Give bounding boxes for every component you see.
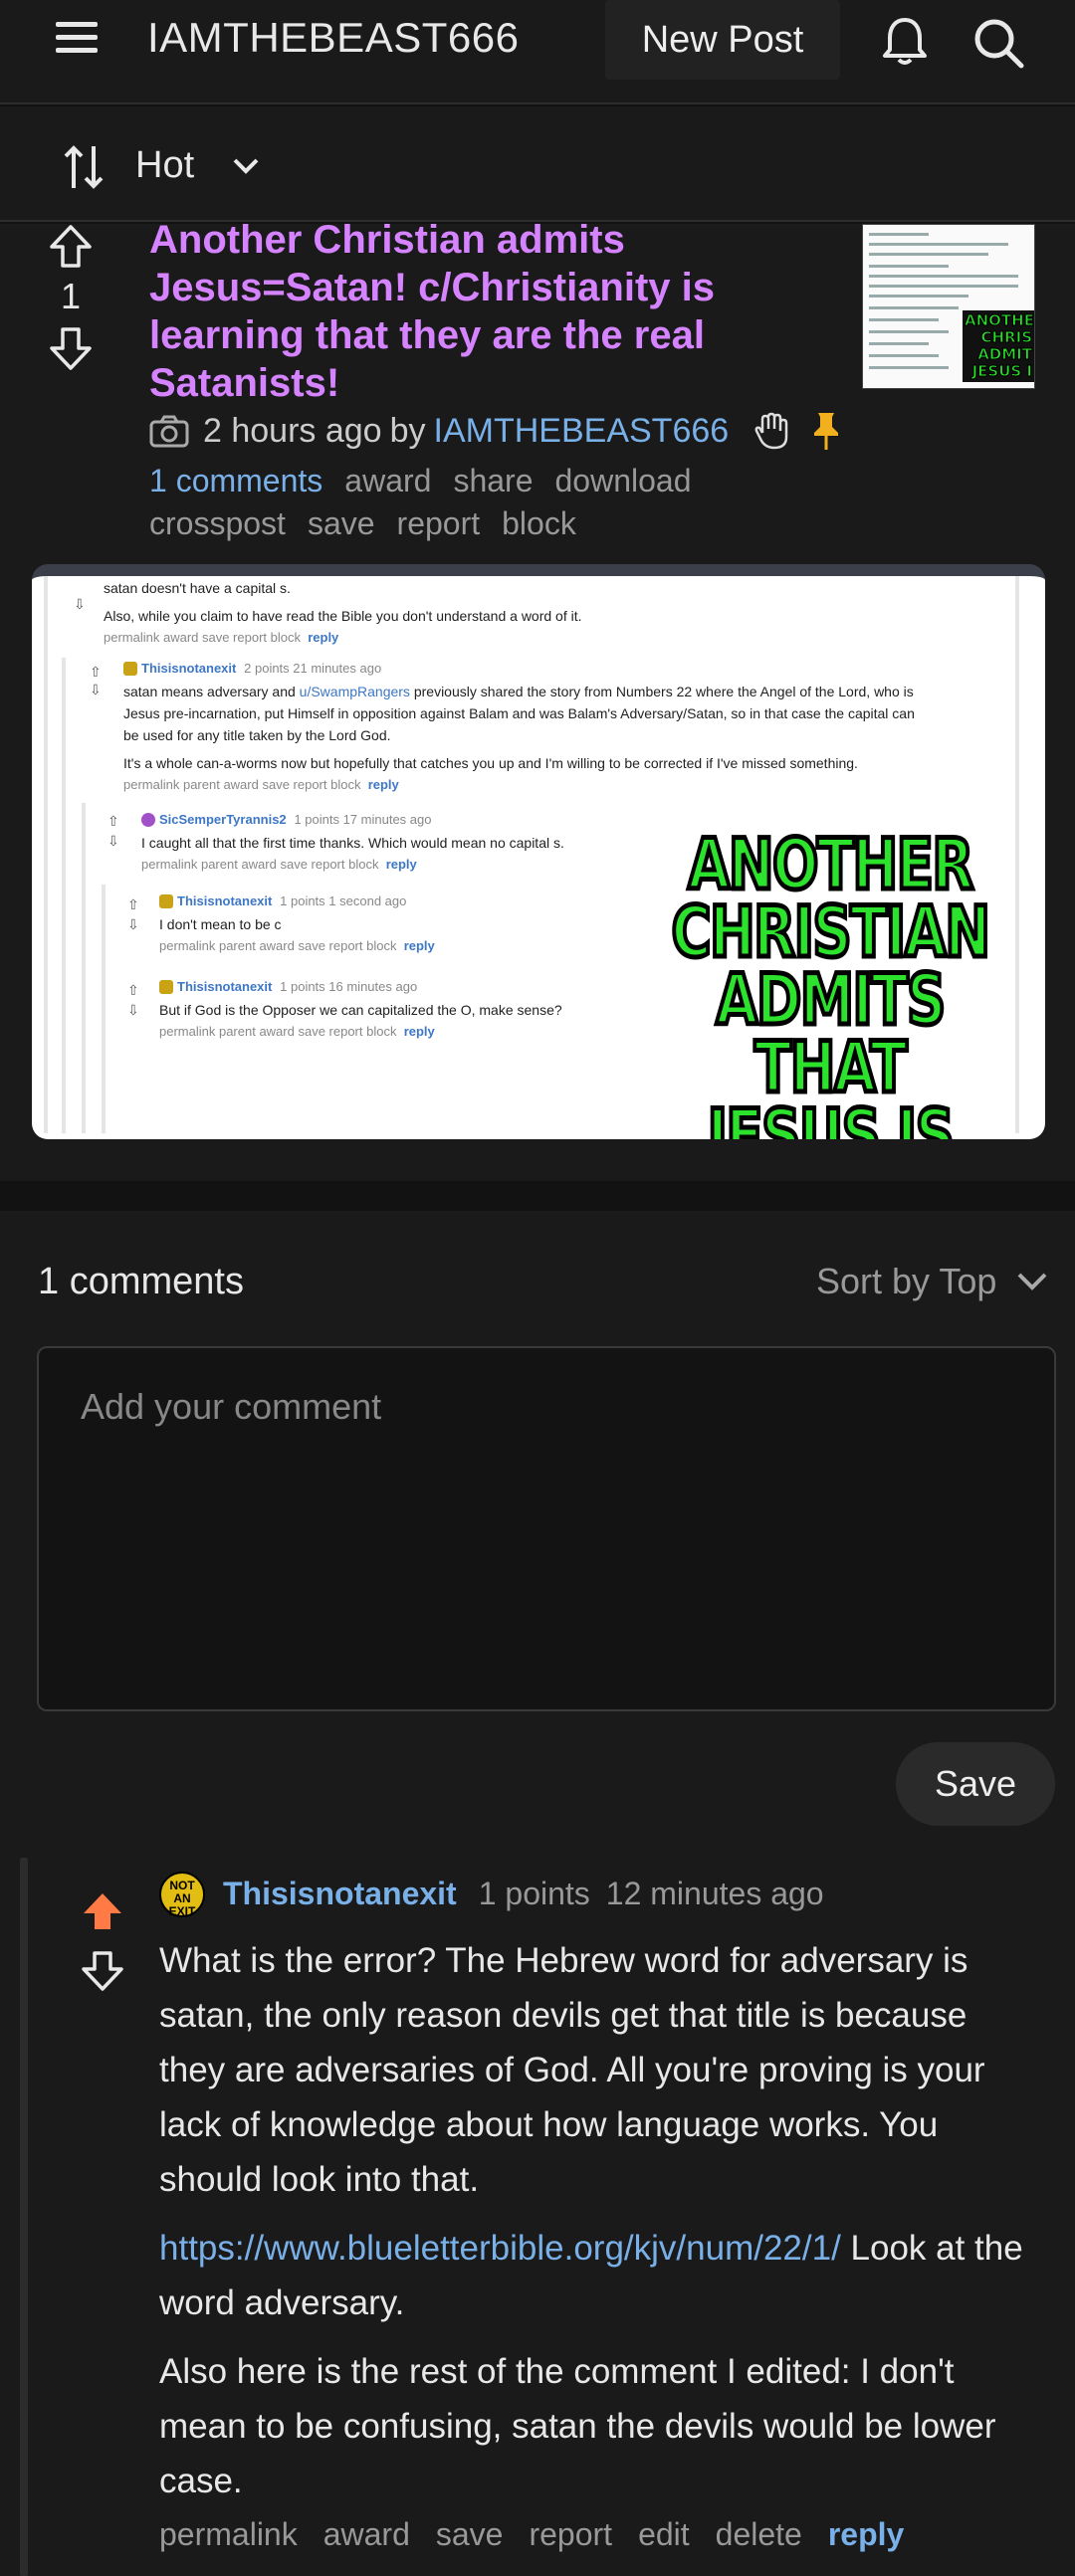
embed-c4-text: But if God is the Opposer we can capital… xyxy=(159,1002,562,1018)
embed-actions-b3: permalink parent award save report block xyxy=(159,938,397,953)
embed-actions-b2: permalink parent award save report block xyxy=(141,857,379,872)
comment-actions: permalink award save report edit delete … xyxy=(159,2516,904,2553)
crosspost-link[interactable]: crosspost xyxy=(149,505,286,542)
embed-line-1: satan doesn't have a capital s. xyxy=(104,580,291,596)
embed-c3-text: I don't mean to be c xyxy=(159,916,282,932)
hand-icon xyxy=(754,412,788,450)
post-title[interactable]: Another Christian admits Jesus=Satan! c/… xyxy=(149,216,747,407)
save-comment-button[interactable]: Save xyxy=(896,1742,1055,1826)
thumbnail-text: ANOTHER CHRIS ADMIT JESUS I xyxy=(963,310,1034,382)
embed-c2-text: I caught all that the first time thanks.… xyxy=(141,835,564,851)
embed-user-3: Thisisnotanexit xyxy=(177,893,273,908)
embed-user-1: Thisisnotanexit xyxy=(141,661,237,676)
top-bar: IAMTHEBEAST666 New Post xyxy=(0,0,1075,104)
comment-time: 12 minutes ago xyxy=(605,1876,824,1911)
embed-actions-a: permalink award save report block xyxy=(104,630,301,645)
save-link[interactable]: save xyxy=(436,2516,504,2553)
comment-header: Thisisnotanexit 1 points 12 minutes ago xyxy=(223,1876,824,1912)
comment-author[interactable]: Thisisnotanexit xyxy=(223,1876,457,1912)
embed-avatar-4 xyxy=(159,980,173,995)
comment-paragraph-3: Also here is the rest of the comment I e… xyxy=(159,2352,996,2500)
embed-avatar-2 xyxy=(141,813,155,828)
embed-reply-5: reply xyxy=(403,1024,435,1039)
comment-sort-selector[interactable]: Sort by Top xyxy=(816,1261,996,1302)
embed-user-2: SicSemperTyrannis2 xyxy=(159,812,287,827)
hamburger-menu-icon[interactable] xyxy=(56,22,102,58)
post-score: 1 xyxy=(60,276,82,316)
award-link[interactable]: award xyxy=(344,463,431,499)
post-actions-row-1: 1 comments award share download xyxy=(149,463,691,499)
embed-c1-text1b: previously shared the story from Numbers… xyxy=(413,684,914,699)
embed-actions-b1: permalink parent award save report block xyxy=(123,777,361,792)
comment-points: 1 points xyxy=(478,1876,590,1911)
post-card: 1 Another Christian admits Jesus=Satan! … xyxy=(0,218,1075,1181)
thread-collapse-bar[interactable] xyxy=(20,1858,28,2576)
report-link[interactable]: report xyxy=(529,2516,612,2553)
post-image[interactable]: ⇩ satan doesn't have a capital s. Also, … xyxy=(32,564,1045,1139)
edit-link[interactable]: edit xyxy=(638,2516,690,2553)
embed-c1-text2: Jesus pre-incarnation, put Himself in op… xyxy=(123,705,915,721)
upvote-icon[interactable] xyxy=(48,224,94,270)
embed-reply-1: reply xyxy=(308,630,339,645)
embed-line-2: Also, while you claim to have read the B… xyxy=(104,608,582,624)
permalink-link[interactable]: permalink xyxy=(159,2516,298,2553)
reply-link[interactable]: reply xyxy=(828,2516,904,2553)
bell-icon[interactable] xyxy=(880,16,930,68)
embed-avatar-1 xyxy=(123,662,137,677)
embed-c1-text4: It's a whole can-a-worms now but hopeful… xyxy=(123,755,858,771)
embed-c1-text1: satan means adversary and xyxy=(123,684,296,699)
downvote-icon[interactable] xyxy=(80,1947,125,1993)
award-link[interactable]: award xyxy=(323,2516,410,2553)
post-author[interactable]: IAMTHEBEAST666 xyxy=(434,412,730,451)
comment-input[interactable]: Add your comment xyxy=(37,1346,1056,1711)
share-link[interactable]: share xyxy=(453,463,533,499)
comments-count: 1 comments xyxy=(38,1261,244,1302)
chevron-down-icon[interactable] xyxy=(1015,1269,1049,1294)
comments-section: 1 comments Sort by Top Add your comment … xyxy=(0,1211,1075,2576)
comments-link[interactable]: 1 comments xyxy=(149,463,322,499)
sort-bar: Hot xyxy=(0,106,1075,222)
embed-meta-2: 1 points 17 minutes ago xyxy=(294,812,432,827)
comment-link[interactable]: https://www.blueletterbible.org/kjv/num/… xyxy=(159,2229,841,2268)
post-time: 2 hours ago xyxy=(203,411,382,450)
new-post-button[interactable]: New Post xyxy=(605,0,840,80)
avatar[interactable]: NOT AN EXIT xyxy=(159,1872,205,1918)
download-link[interactable]: download xyxy=(554,463,691,499)
post-meta: 2 hours ago by IAMTHEBEAST666 xyxy=(149,409,844,453)
report-link[interactable]: report xyxy=(397,505,481,542)
community-title[interactable]: IAMTHEBEAST666 xyxy=(147,14,519,62)
post-actions-row-2: crosspost save report block xyxy=(149,505,576,542)
sort-arrows-icon[interactable] xyxy=(62,142,106,192)
embed-meta-3: 1 points 1 second ago xyxy=(280,893,407,908)
embed-user-4: Thisisnotanexit xyxy=(177,979,273,994)
embed-c1-text3: be used for any title taken by the Lord … xyxy=(123,727,391,743)
image-headline-text: ANOTHER CHRISTIAN ADMITS THAT JESUS IS S… xyxy=(670,824,992,1140)
save-link[interactable]: save xyxy=(308,505,375,542)
upvote-icon[interactable] xyxy=(80,1889,125,1935)
downvote-icon[interactable] xyxy=(48,325,94,371)
comment-body: What is the error? The Hebrew word for a… xyxy=(159,1933,1035,2522)
embed-meta-1: 2 points 21 minutes ago xyxy=(244,661,382,676)
camera-icon xyxy=(149,415,189,448)
search-icon[interactable] xyxy=(971,16,1025,70)
embed-reply-2: reply xyxy=(367,777,399,792)
embed-meta-4: 1 points 16 minutes ago xyxy=(280,979,418,994)
sort-selector[interactable]: Hot xyxy=(135,144,194,187)
embed-reply-3: reply xyxy=(385,857,417,872)
chevron-down-icon[interactable] xyxy=(231,154,261,178)
comment-paragraph-1: What is the error? The Hebrew word for a… xyxy=(159,1941,985,2199)
by-label: by xyxy=(389,411,426,450)
embed-reply-4: reply xyxy=(403,938,435,953)
block-link[interactable]: block xyxy=(502,505,576,542)
post-thumbnail[interactable]: ANOTHER CHRIS ADMIT JESUS I xyxy=(862,224,1035,389)
delete-link[interactable]: delete xyxy=(716,2516,802,2553)
embed-mention: u/SwampRangers xyxy=(299,684,410,699)
pin-icon xyxy=(814,413,839,450)
embed-avatar-3 xyxy=(159,894,173,909)
embed-actions-b4: permalink parent award save report block xyxy=(159,1024,397,1039)
